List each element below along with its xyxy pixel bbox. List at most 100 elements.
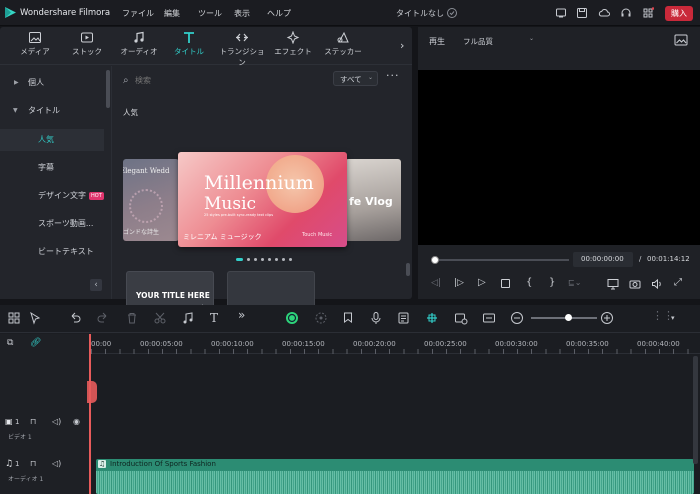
playhead-handle[interactable]: [87, 381, 97, 403]
sidebar-scrollbar[interactable]: [106, 70, 110, 108]
add-track-icon[interactable]: ⧉: [7, 338, 13, 348]
filter-dropdown[interactable]: すべて ⌄: [333, 71, 378, 86]
link-icon[interactable]: 🔗︎: [30, 338, 41, 348]
volume-icon[interactable]: [651, 278, 663, 290]
text-tool-icon[interactable]: T: [210, 311, 224, 325]
fullscreen-icon[interactable]: ⤢: [674, 277, 682, 288]
pagination-dot-active[interactable]: [236, 258, 243, 261]
progress-handle[interactable]: [431, 256, 439, 264]
zoom-out-icon[interactable]: [510, 311, 524, 325]
tab-audio[interactable]: オーディオ: [114, 31, 164, 57]
filter-dropdown-value: すべて: [340, 75, 362, 84]
display-icon[interactable]: [607, 278, 619, 290]
sidebar-item-popular[interactable]: 人気: [0, 129, 104, 151]
pagination-dot[interactable]: [289, 258, 292, 261]
timeline-scrollbar[interactable]: [693, 356, 698, 464]
camera-icon[interactable]: [629, 278, 641, 290]
insert-icon[interactable]: ⊑⌄: [568, 278, 581, 287]
more-options-icon[interactable]: ···: [386, 69, 400, 82]
step-play-icon[interactable]: |▷: [454, 278, 464, 288]
progress-track[interactable]: [433, 259, 569, 261]
audio-edit-icon[interactable]: [181, 311, 195, 325]
cloud-icon[interactable]: [598, 7, 610, 19]
video-track-lane[interactable]: [91, 355, 700, 460]
render-preview-icon[interactable]: [454, 311, 468, 325]
pagination-dot[interactable]: [254, 258, 257, 261]
hot-badge: HOT: [89, 192, 104, 200]
zoom-slider-handle[interactable]: [565, 314, 572, 321]
featured-watermark: Touch Music: [302, 232, 333, 238]
zoom-in-icon[interactable]: [600, 311, 614, 325]
voiceover-icon[interactable]: [397, 311, 411, 325]
snapshot-image-icon[interactable]: [674, 34, 688, 46]
title-card-elegant-wedding[interactable]: Elegant Wedd ゴンドな詩生: [123, 159, 179, 241]
drag-handle-icon[interactable]: ⋮⋮: [652, 309, 674, 323]
quality-dropdown[interactable]: フル品質 ⌄: [457, 33, 541, 48]
tab-stickers[interactable]: ステッカー: [318, 31, 368, 57]
title-card-millennium-music[interactable]: Millennium Music 25 styles pre-built syn…: [178, 152, 347, 247]
sidebar-item-subtitles[interactable]: 字幕: [0, 157, 104, 179]
marker-icon[interactable]: [341, 311, 355, 325]
menu-tools[interactable]: ツール: [198, 8, 222, 19]
snap-magnet-icon[interactable]: [425, 311, 439, 325]
playhead-line[interactable]: [89, 334, 91, 494]
undo-icon[interactable]: [68, 311, 82, 325]
sidebar-item-design-text[interactable]: デザイン文字 HOT: [0, 185, 104, 207]
grid-apps-icon[interactable]: [642, 7, 655, 19]
video-preview-canvas[interactable]: [418, 70, 700, 245]
mark-out-icon[interactable]: }: [549, 277, 555, 288]
tab-media[interactable]: メディア: [10, 31, 60, 57]
menu-file[interactable]: ファイル: [122, 8, 154, 19]
microphone-icon[interactable]: [369, 311, 383, 325]
tabs-next-chevron-icon[interactable]: ›: [400, 39, 404, 52]
collapse-sidebar-button[interactable]: ‹: [90, 279, 102, 291]
search-input[interactable]: [135, 73, 325, 87]
tab-stock[interactable]: ストック: [62, 31, 112, 57]
mute-icon[interactable]: ◁): [52, 417, 61, 426]
tab-effects[interactable]: エフェクト: [268, 31, 318, 57]
fit-timeline-icon[interactable]: [482, 311, 496, 325]
sidebar-group-personal[interactable]: ▶ 個人: [0, 72, 104, 94]
sidebar-item-sports[interactable]: スポーツ動画...: [0, 213, 104, 235]
layout-grid-icon[interactable]: [7, 311, 21, 325]
caret-down-icon[interactable]: ▾: [671, 314, 685, 328]
tab-transitions[interactable]: トランジション: [216, 31, 268, 68]
eye-icon[interactable]: ◉: [73, 417, 80, 426]
tab-titles[interactable]: タイトル: [164, 31, 214, 57]
mute-icon[interactable]: ◁): [52, 459, 61, 468]
play-icon[interactable]: ▷: [478, 277, 486, 288]
timeline-tracks-area[interactable]: 00:00 00:00:05:00 00:00:10:00 00:00:15:0…: [87, 334, 700, 494]
ai-assistant-icon[interactable]: [285, 311, 299, 325]
title-card-life-vlog[interactable]: fe Vlog: [345, 159, 401, 241]
pagination-dot[interactable]: [268, 258, 271, 261]
save-icon[interactable]: [576, 7, 588, 19]
pagination-dot[interactable]: [275, 258, 278, 261]
gallery-scrollbar[interactable]: [406, 263, 410, 276]
mark-in-icon[interactable]: {: [526, 277, 532, 288]
pagination-dot[interactable]: [247, 258, 250, 261]
delete-icon[interactable]: [125, 311, 139, 325]
redo-icon[interactable]: [96, 311, 110, 325]
sidebar-item-beat-text[interactable]: ビートテキスト: [0, 241, 104, 263]
time-ruler[interactable]: 00:00 00:00:05:00 00:00:10:00 00:00:15:0…: [91, 334, 700, 354]
stabilize-icon[interactable]: [314, 311, 328, 325]
current-time-field[interactable]: 00:00:00:00: [573, 252, 633, 267]
monitor-icon[interactable]: [555, 7, 567, 19]
select-tool-icon[interactable]: [28, 311, 42, 325]
pagination-dot[interactable]: [261, 258, 264, 261]
zoom-slider-track[interactable]: [531, 317, 597, 319]
cut-icon[interactable]: [153, 311, 167, 325]
lock-icon[interactable]: ⊓: [30, 417, 36, 426]
menu-view[interactable]: 表示: [234, 8, 250, 19]
stop-icon[interactable]: [501, 279, 510, 288]
audio-clip[interactable]: ♫ Introduction Of Sports Fashion: [96, 459, 694, 494]
buy-button[interactable]: 購入: [665, 6, 693, 21]
previous-frame-icon[interactable]: ◁|: [431, 278, 441, 288]
lock-icon[interactable]: ⊓: [30, 459, 36, 468]
pagination-dot[interactable]: [282, 258, 285, 261]
menu-help[interactable]: ヘルプ: [267, 8, 291, 19]
menu-edit[interactable]: 編集: [164, 8, 180, 19]
headset-icon[interactable]: [620, 7, 632, 19]
more-tools-icon[interactable]: »: [238, 308, 252, 322]
sidebar-group-titles[interactable]: ▼ タイトル: [0, 100, 104, 122]
